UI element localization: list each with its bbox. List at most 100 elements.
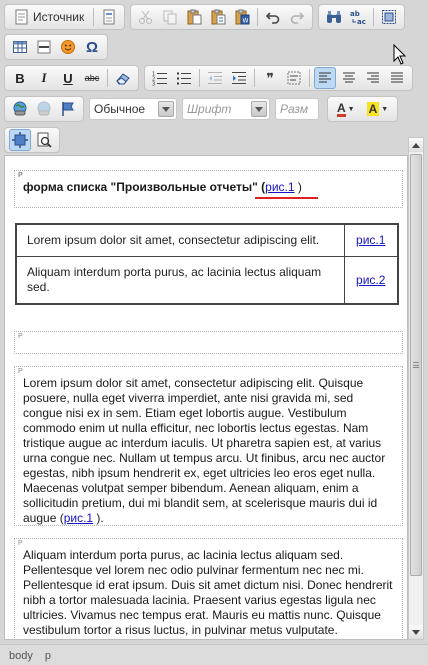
bold-button[interactable]: B xyxy=(9,67,31,89)
paragraph-close: ). xyxy=(93,511,104,525)
empty-paragraph[interactable]: P xyxy=(14,331,403,354)
smiley-button[interactable] xyxy=(57,36,79,58)
unlink-button[interactable] xyxy=(33,98,55,120)
editor-content-area[interactable]: P форма списка "Произвольные отчеты" (ри… xyxy=(4,155,408,640)
find-button[interactable] xyxy=(323,6,345,28)
align-justify-icon xyxy=(391,72,403,83)
paste-word-button[interactable]: W xyxy=(231,6,253,28)
size-select[interactable]: Разм xyxy=(275,98,319,120)
link-button[interactable] xyxy=(9,98,31,120)
format-select[interactable]: Обычное xyxy=(89,98,177,120)
toolbar-row-2: Ω xyxy=(4,33,113,61)
show-blocks-icon xyxy=(37,132,52,148)
grip-icon xyxy=(413,362,419,368)
align-center-button[interactable] xyxy=(338,67,360,89)
text-color-button[interactable]: A ▼ xyxy=(332,98,360,120)
table-cell-text[interactable]: Aliquam interdum porta purus, ac lacinia… xyxy=(15,256,345,305)
redo-button[interactable] xyxy=(286,6,308,28)
align-left-button[interactable] xyxy=(314,67,336,89)
paste-icon xyxy=(187,9,202,25)
align-left-icon xyxy=(319,72,331,83)
toolbar-row-5 xyxy=(4,126,65,154)
scroll-down-arrow-icon[interactable] xyxy=(409,625,423,639)
figure-link[interactable]: рис.1 xyxy=(64,511,93,525)
templates-button[interactable] xyxy=(98,6,120,28)
block-tag-label: P xyxy=(18,333,23,340)
table-cell-ref[interactable]: рис.1 xyxy=(343,223,399,257)
link-icon xyxy=(13,101,27,116)
paste-text-button[interactable] xyxy=(207,6,229,28)
align-right-button[interactable] xyxy=(362,67,384,89)
paste-word-icon: W xyxy=(235,9,250,25)
toolbar-row-3: B I U abc 123 ❞ xyxy=(4,64,418,92)
chevron-down-icon xyxy=(158,101,174,117)
flag-icon xyxy=(62,102,74,116)
replace-button[interactable]: ab ac xyxy=(347,6,369,28)
align-right-icon xyxy=(367,72,379,83)
toolbar-group-find: ab ac xyxy=(318,4,406,30)
select-all-button[interactable] xyxy=(378,6,400,28)
figure-reference-table[interactable]: Lorem ipsum dolor sit amet, consectetur … xyxy=(15,223,399,305)
body-paragraph-2[interactable]: P Aliquam interdum porta purus, ac lacin… xyxy=(14,538,403,639)
spellcheck-underline xyxy=(255,197,318,199)
outdent-button[interactable] xyxy=(204,67,226,89)
toolbar-group-links xyxy=(4,96,84,122)
bulleted-list-button[interactable] xyxy=(173,67,195,89)
body-paragraph-1[interactable]: P Lorem ipsum dolor sit amet, consectetu… xyxy=(14,366,403,526)
div-container-icon xyxy=(287,71,301,85)
anchor-button[interactable] xyxy=(57,98,79,120)
source-button[interactable]: Источник xyxy=(9,6,89,28)
heading-figure-link[interactable]: рис.1 xyxy=(265,180,294,194)
path-item-body[interactable]: body xyxy=(9,650,33,662)
eraser-icon xyxy=(116,73,130,85)
underline-button[interactable]: U xyxy=(57,67,79,89)
table-cell-text[interactable]: Lorem ipsum dolor sit amet, consectetur … xyxy=(15,223,345,257)
paste-button[interactable] xyxy=(183,6,205,28)
scrollbar-thumb[interactable] xyxy=(410,154,422,576)
text-color-icon: A xyxy=(337,100,346,117)
underline-icon: U xyxy=(63,70,73,86)
cut-button[interactable] xyxy=(135,6,157,28)
quote-icon: ❞ xyxy=(266,69,274,86)
heading-close-paren: ) xyxy=(294,180,302,194)
replace-icon: abac xyxy=(350,10,366,25)
omega-icon: Ω xyxy=(85,38,99,56)
chevron-down-icon xyxy=(251,101,267,117)
align-justify-button[interactable] xyxy=(386,67,408,89)
source-button-label: Источник xyxy=(33,10,85,24)
italic-button[interactable]: I xyxy=(33,67,55,89)
table-cell-ref[interactable]: рис.2 xyxy=(343,256,399,305)
numbered-list-icon: 123 xyxy=(152,72,167,86)
source-icon xyxy=(15,9,28,25)
chevron-down-icon: ▼ xyxy=(347,105,355,113)
horizontal-rule-button[interactable] xyxy=(33,36,55,58)
binoculars-icon xyxy=(327,11,342,23)
separator xyxy=(257,8,259,26)
copy-button[interactable] xyxy=(159,6,181,28)
toolbar-group-paragraph: 123 ❞ xyxy=(144,65,413,91)
element-path-bar: body p xyxy=(0,644,428,665)
mouse-cursor-icon xyxy=(393,44,407,65)
scroll-up-arrow-icon[interactable] xyxy=(409,138,423,152)
unlink-icon xyxy=(37,101,51,116)
editor-scrollbar[interactable] xyxy=(408,137,424,640)
blockquote-button[interactable]: ❞ xyxy=(259,67,281,89)
figure-link[interactable]: рис.2 xyxy=(356,273,385,287)
show-blocks-button[interactable] xyxy=(33,129,55,151)
table-button[interactable] xyxy=(9,36,31,58)
numbered-list-button[interactable]: 123 xyxy=(149,67,171,89)
create-div-button[interactable] xyxy=(283,67,305,89)
strike-button[interactable]: abc xyxy=(81,67,103,89)
undo-button[interactable] xyxy=(262,6,284,28)
horizontal-rule-icon xyxy=(37,40,51,54)
maximize-button[interactable] xyxy=(9,129,31,151)
figure-link[interactable]: рис.1 xyxy=(356,233,385,247)
indent-button[interactable] xyxy=(228,67,250,89)
bg-color-button[interactable]: A ▼ xyxy=(362,98,394,120)
heading-paragraph[interactable]: P форма списка "Произвольные отчеты" (ри… xyxy=(14,170,403,208)
path-item-p[interactable]: p xyxy=(45,650,51,662)
svg-text:ab: ab xyxy=(350,10,360,18)
special-char-button[interactable]: Ω xyxy=(81,36,103,58)
font-select[interactable]: Шрифт xyxy=(182,98,270,120)
remove-format-button[interactable] xyxy=(112,67,134,89)
